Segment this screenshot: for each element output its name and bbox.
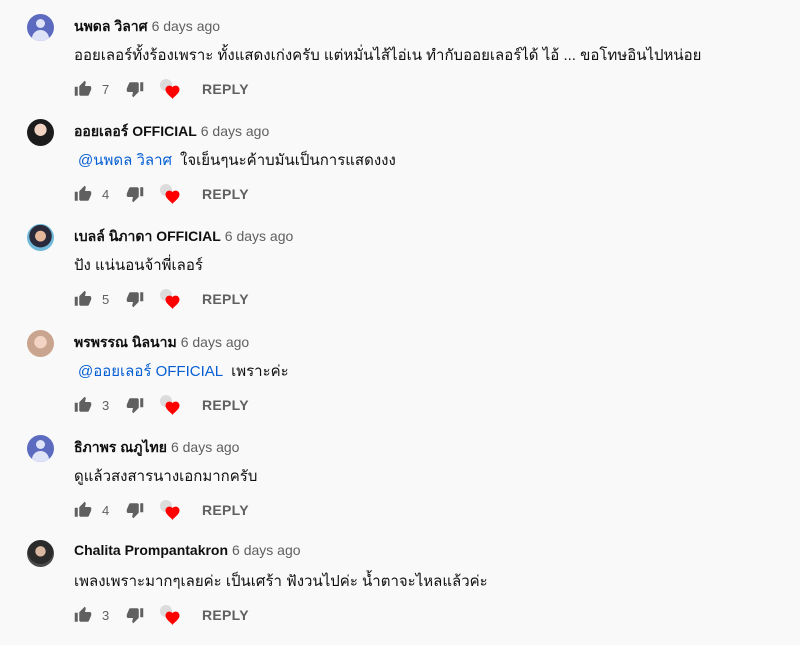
- comment-time[interactable]: 6 days ago: [232, 542, 301, 558]
- creator-heart-icon: [158, 394, 184, 416]
- comment-actions: 7 REPLY: [74, 78, 249, 100]
- author-name[interactable]: พรพรรณ นิลนาม: [74, 334, 177, 350]
- thumbs-up-icon[interactable]: [74, 606, 92, 624]
- comment-time[interactable]: 6 days ago: [201, 123, 270, 139]
- creator-heart-icon: [158, 604, 184, 626]
- thumbs-down-icon[interactable]: [126, 396, 144, 414]
- thumbs-up-icon[interactable]: [74, 396, 92, 414]
- author-name[interactable]: ออยเลอร์ OFFICIAL: [74, 123, 197, 139]
- thumbs-down-icon[interactable]: [126, 80, 144, 98]
- comment-body: ดูแล้วสงสารนางเอกมากครับ: [74, 468, 258, 485]
- comment-time[interactable]: 6 days ago: [225, 228, 294, 244]
- mention-link[interactable]: @ออยเลอร์ OFFICIAL: [78, 363, 223, 380]
- reply-button[interactable]: REPLY: [202, 186, 249, 202]
- creator-avatar-icon: [160, 395, 180, 415]
- comment-actions: 4 REPLY: [74, 499, 249, 521]
- creator-avatar-icon: [160, 79, 180, 99]
- like-count: 3: [102, 397, 110, 413]
- thumbs-up-icon[interactable]: [74, 185, 92, 203]
- reply-button[interactable]: REPLY: [202, 397, 249, 413]
- like-count: 7: [102, 81, 110, 97]
- creator-heart-icon: [158, 499, 184, 521]
- thumbs-up-icon[interactable]: [74, 290, 92, 308]
- comment-thread: พรพรรณ นิลนาม 6 days ago @ออยเลอร์ OFFICI…: [0, 316, 800, 421]
- author-name[interactable]: Chalita Prompantakron: [74, 542, 228, 558]
- creator-avatar-icon: [160, 605, 180, 625]
- like-count: 4: [102, 502, 110, 518]
- comment-text: ออยเลอร์ทั้งร้องเพราะ ทั้งแสดงเก่งครับ แ…: [74, 43, 701, 67]
- comment-actions: 5 REPLY: [74, 288, 249, 310]
- comment-thread: เบลล์ นิภาดา OFFICIAL 6 days ago ปัง แน่น…: [0, 210, 800, 315]
- comment-actions: 4 REPLY: [74, 183, 249, 205]
- comment-time[interactable]: 6 days ago: [181, 334, 250, 350]
- comment-header: ธิภาพร ณภูไทย 6 days ago: [74, 437, 239, 459]
- avatar-body: [32, 30, 49, 41]
- author-name[interactable]: เบลล์ นิภาดา OFFICIAL: [74, 228, 221, 244]
- comment-header: ออยเลอร์ OFFICIAL 6 days ago: [74, 121, 269, 143]
- avatar[interactable]: [27, 119, 54, 146]
- comment-body: ปัง แน่นอนจ้าพี่เลอร์: [74, 257, 203, 274]
- comments-list: นพดล วิลาศ 6 days ago ออยเลอร์ทั้งร้องเพร…: [0, 0, 800, 645]
- thumbs-down-icon[interactable]: [126, 290, 144, 308]
- like-count: 5: [102, 291, 110, 307]
- comment-text: @ออยเลอร์ OFFICIAL เพราะค่ะ: [74, 359, 289, 383]
- author-name[interactable]: ธิภาพร ณภูไทย: [74, 439, 167, 455]
- like-count: 3: [102, 607, 110, 623]
- avatar-head: [36, 440, 45, 449]
- author-name[interactable]: นพดล วิลาศ: [74, 18, 148, 34]
- comment-text: เพลงเพราะมากๆเลยค่ะ เป็นเศร้า ฟังวนไปค่ะ…: [74, 569, 488, 593]
- reply-button[interactable]: REPLY: [202, 81, 249, 97]
- comment-header: Chalita Prompantakron 6 days ago: [74, 542, 301, 558]
- comment-body: ใจเย็นๆนะค้าบมันเป็นการแสดงงง: [180, 152, 396, 169]
- thumbs-up-icon[interactable]: [74, 80, 92, 98]
- avatar[interactable]: [27, 330, 54, 357]
- comment-thread: นพดล วิลาศ 6 days ago ออยเลอร์ทั้งร้องเพร…: [0, 0, 800, 105]
- avatar[interactable]: [27, 14, 54, 41]
- creator-avatar-icon: [160, 289, 180, 309]
- comment-thread: ธิภาพร ณภูไทย 6 days ago ดูแล้วสงสารนางเอ…: [0, 421, 800, 526]
- comment-text: @นพดล วิลาศ ใจเย็นๆนะค้าบมันเป็นการแสดงงง: [74, 148, 396, 172]
- comment-body: เพลงเพราะมากๆเลยค่ะ เป็นเศร้า ฟังวนไปค่ะ…: [74, 573, 488, 590]
- avatar-body: [32, 451, 49, 462]
- creator-avatar-icon: [160, 184, 180, 204]
- thumbs-down-icon[interactable]: [126, 185, 144, 203]
- creator-heart-icon: [158, 78, 184, 100]
- comment-header: นพดล วิลาศ 6 days ago: [74, 16, 220, 38]
- reply-button[interactable]: REPLY: [202, 502, 249, 518]
- comment-header: เบลล์ นิภาดา OFFICIAL 6 days ago: [74, 226, 293, 248]
- thumbs-down-icon[interactable]: [126, 501, 144, 519]
- thumbs-down-icon[interactable]: [126, 606, 144, 624]
- mention-link[interactable]: @นพดล วิลาศ: [78, 152, 172, 169]
- comment-actions: 3 REPLY: [74, 604, 249, 626]
- comment-body: เพราะค่ะ: [231, 363, 289, 380]
- creator-heart-icon: [158, 288, 184, 310]
- avatar[interactable]: [27, 540, 54, 567]
- comment-time[interactable]: 6 days ago: [171, 439, 240, 455]
- comment-text: ปัง แน่นอนจ้าพี่เลอร์: [74, 253, 203, 277]
- comment-body: ออยเลอร์ทั้งร้องเพราะ ทั้งแสดงเก่งครับ แ…: [74, 47, 702, 64]
- creator-heart-icon: [158, 183, 184, 205]
- thumbs-up-icon[interactable]: [74, 501, 92, 519]
- reply-button[interactable]: REPLY: [202, 607, 249, 623]
- comment-text: ดูแล้วสงสารนางเอกมากครับ: [74, 464, 257, 488]
- comment-header: พรพรรณ นิลนาม 6 days ago: [74, 332, 249, 354]
- comment-thread: Chalita Prompantakron 6 days ago เพลงเพรา…: [0, 526, 800, 631]
- reply-button[interactable]: REPLY: [202, 291, 249, 307]
- comment-time[interactable]: 6 days ago: [152, 18, 221, 34]
- creator-avatar-icon: [160, 500, 180, 520]
- avatar[interactable]: [27, 435, 54, 462]
- avatar[interactable]: [27, 224, 54, 251]
- avatar-head: [36, 19, 45, 28]
- comment-thread: ออยเลอร์ OFFICIAL 6 days ago @นพดล วิลาศ ใ…: [0, 105, 800, 210]
- comment-actions: 3 REPLY: [74, 394, 249, 416]
- like-count: 4: [102, 186, 110, 202]
